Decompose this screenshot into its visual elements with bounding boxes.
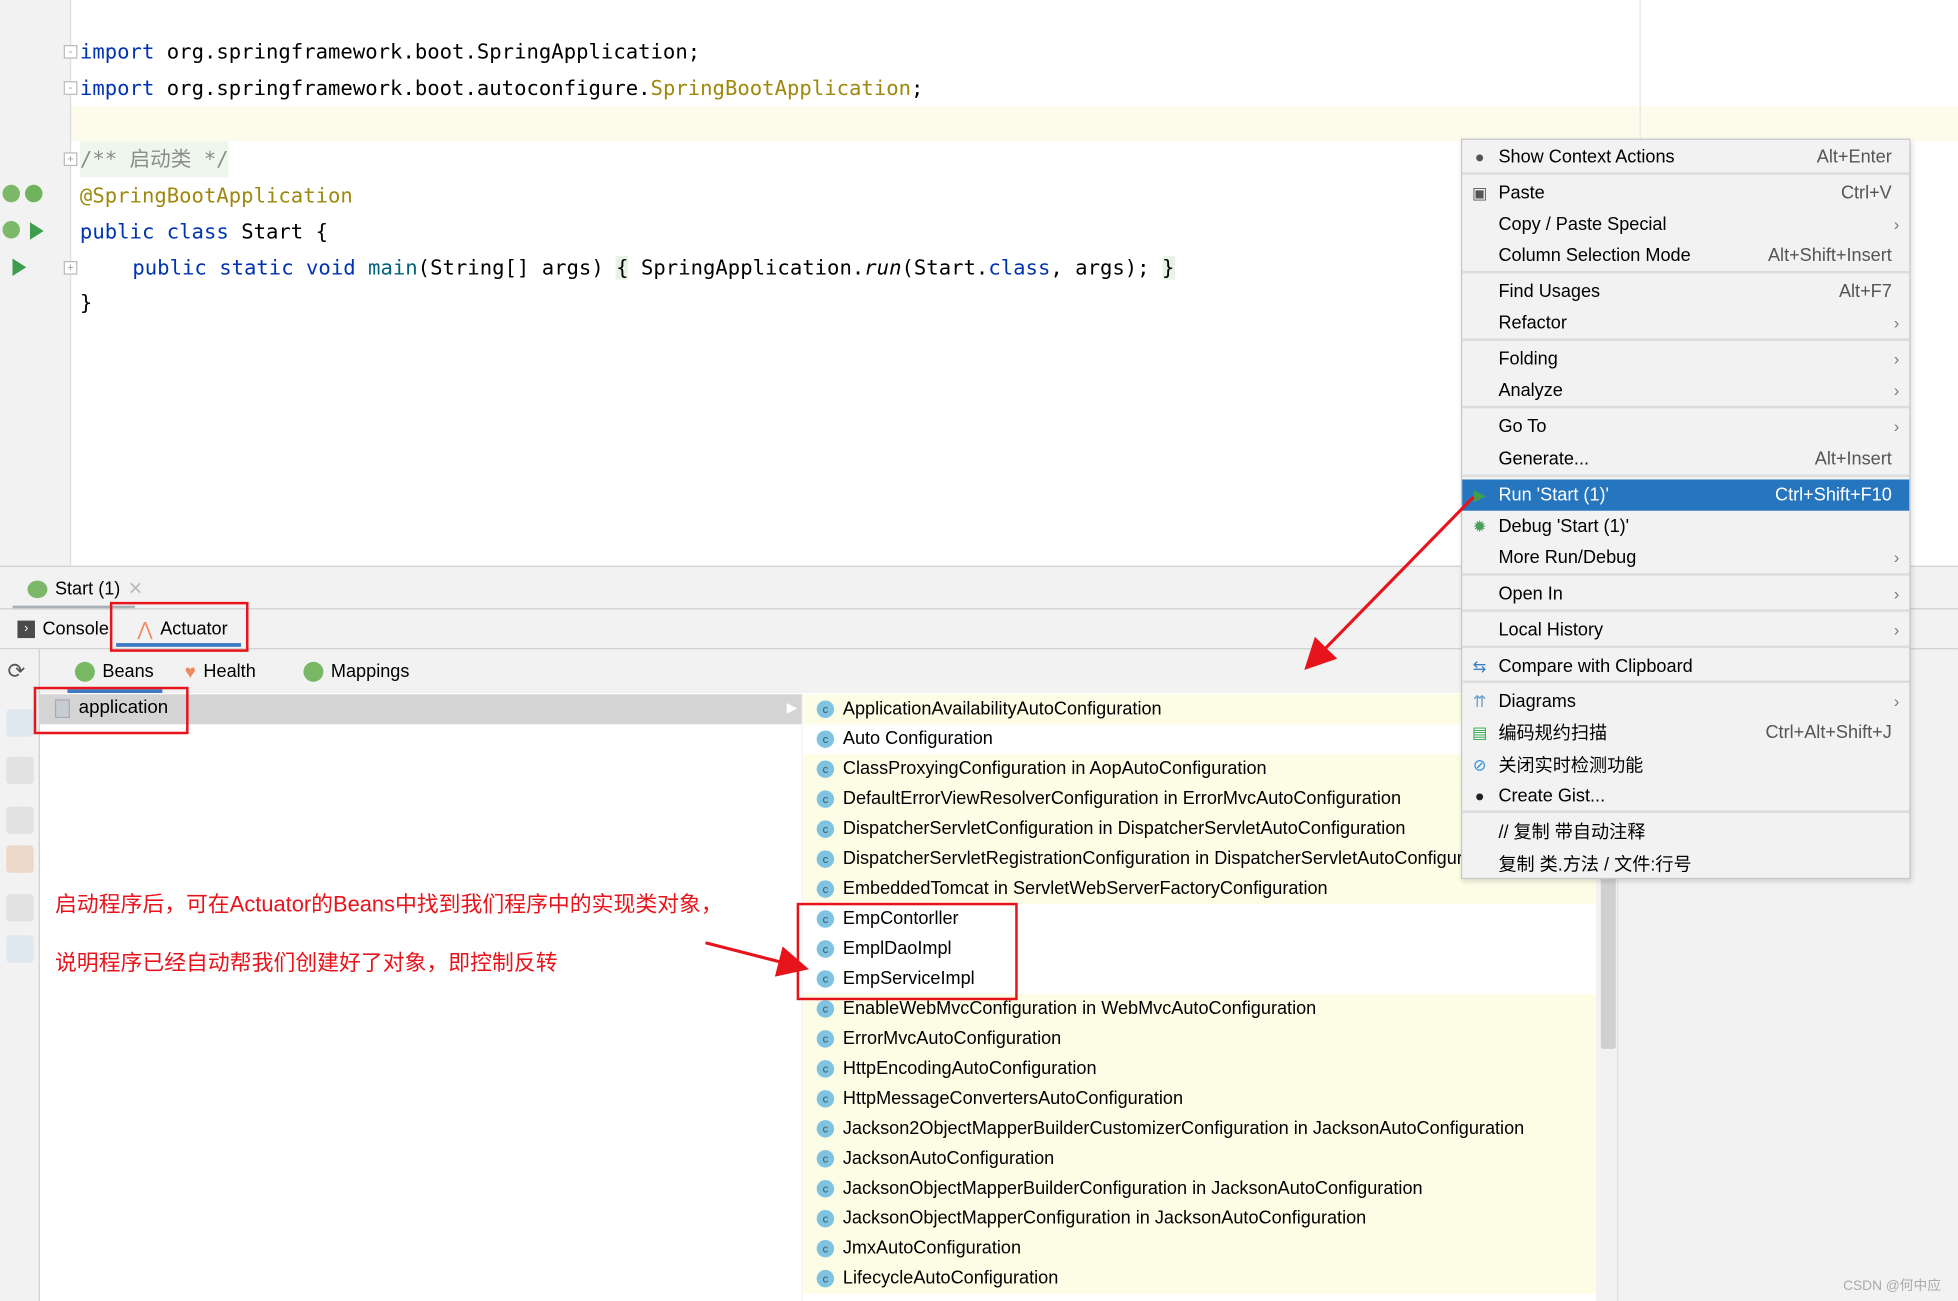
arrow-to-beans [705,941,809,977]
watermark: CSDN @何中应 [1843,1278,1941,1294]
arrow-to-menu [1304,495,1475,671]
annotation-arrows [705,495,1475,977]
